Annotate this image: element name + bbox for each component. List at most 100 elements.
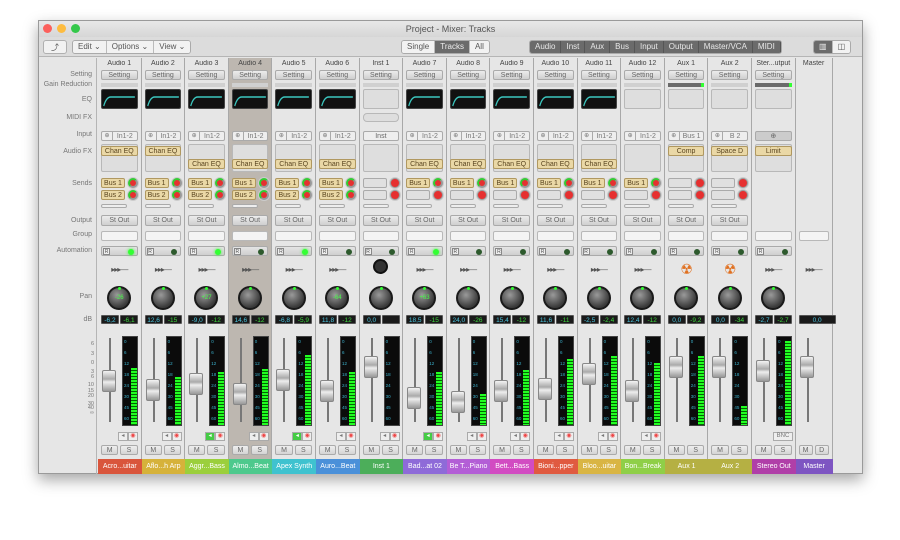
- send-slot[interactable]: Bus 2: [144, 190, 169, 200]
- send-slot[interactable]: Bus 1: [275, 178, 300, 188]
- send-add-slot[interactable]: [231, 204, 258, 208]
- eq-thumbnail[interactable]: [144, 89, 182, 109]
- pan-knob[interactable]: [630, 286, 655, 310]
- group-slot[interactable]: [406, 231, 443, 241]
- record-enable-button[interactable]: ◉: [651, 432, 662, 441]
- solo-button[interactable]: S: [687, 445, 705, 455]
- audio-fx-plugin[interactable]: Chan EQ: [537, 159, 574, 169]
- pan-knob[interactable]: +63: [412, 286, 437, 310]
- solo-button[interactable]: S: [251, 445, 269, 455]
- solo-button[interactable]: S: [163, 445, 182, 455]
- output-button[interactable]: St Out: [624, 215, 661, 226]
- mute-button[interactable]: M: [580, 445, 598, 455]
- send-slot[interactable]: Bus 1: [449, 178, 474, 188]
- send-level-knob[interactable]: [607, 178, 618, 188]
- volume-fader[interactable]: [538, 377, 552, 400]
- send-level-knob[interactable]: [520, 190, 531, 200]
- audio-fx-plugin[interactable]: Chan EQ: [231, 159, 269, 169]
- send-level-knob[interactable]: [476, 178, 487, 188]
- track-name-label[interactable]: Bett...Bass: [490, 459, 534, 474]
- eq-thumbnail[interactable]: [493, 89, 530, 109]
- pan-knob[interactable]: -64: [325, 286, 350, 310]
- eq-thumbnail[interactable]: [319, 89, 356, 109]
- edit-menu[interactable]: Edit ⌄: [73, 41, 107, 53]
- input-slot[interactable]: ⊕ In1-2: [188, 131, 225, 141]
- setting-button[interactable]: Setting: [144, 70, 182, 80]
- send-add-slot[interactable]: [144, 204, 171, 208]
- send-level-knob[interactable]: [433, 178, 444, 188]
- send-add-slot[interactable]: [101, 204, 127, 208]
- send-add-slot[interactable]: [275, 204, 302, 208]
- group-slot[interactable]: [362, 231, 400, 241]
- filter-input[interactable]: Input: [634, 41, 664, 53]
- send-level-knob[interactable]: [694, 178, 705, 188]
- volume-fader[interactable]: [276, 368, 291, 391]
- volume-fader[interactable]: [145, 378, 160, 401]
- output-button[interactable]: St Out: [580, 215, 618, 226]
- volume-fader[interactable]: [625, 380, 640, 402]
- send-add-slot[interactable]: [580, 204, 607, 208]
- solo-button[interactable]: S: [643, 445, 661, 455]
- channel-strip[interactable]: Audio 2 Setting ⊕ In1-2 Chan EQ Bus 1 Bus 2 St …: [141, 58, 186, 474]
- volume-fader[interactable]: [407, 387, 422, 409]
- group-slot[interactable]: [188, 231, 225, 241]
- send-slot[interactable]: Bus 2: [319, 190, 343, 200]
- eq-thumbnail[interactable]: [188, 89, 225, 109]
- track-name-label[interactable]: Bon...Break: [621, 459, 665, 474]
- send-level-knob[interactable]: [564, 190, 574, 200]
- send-level-knob[interactable]: [215, 178, 226, 188]
- send-slot[interactable]: Bus 1: [144, 178, 169, 188]
- pan-knob[interactable]: [150, 286, 175, 310]
- volume-fader[interactable]: [189, 373, 204, 395]
- automation-mode[interactable]: R: [580, 246, 618, 256]
- output-button[interactable]: St Out: [319, 215, 356, 226]
- send-level-knob[interactable]: [433, 190, 444, 200]
- output-button[interactable]: St Out: [144, 215, 182, 226]
- channel-strip[interactable]: Aux 2 Setting ⊕ B 2 Space D St Out R ☢ 0,0 -34 0 6 1…: [708, 58, 752, 474]
- automation-mode[interactable]: R: [275, 246, 312, 256]
- input-slot[interactable]: ⊕ In1-2: [406, 131, 443, 141]
- send-slot[interactable]: [711, 190, 736, 200]
- mute-button[interactable]: M: [319, 445, 337, 455]
- setting-button[interactable]: Setting: [493, 70, 530, 80]
- volume-fader[interactable]: [756, 360, 770, 383]
- eq-thumbnail[interactable]: [275, 89, 312, 109]
- send-slot[interactable]: Bus 1: [319, 178, 343, 188]
- automation-mode[interactable]: R: [406, 246, 443, 256]
- output-button[interactable]: St Out: [449, 215, 487, 226]
- track-name-label[interactable]: Apex Synth: [272, 459, 316, 474]
- back-button[interactable]: ⤴: [43, 40, 67, 54]
- channel-strip[interactable]: Audio 7 Setting ⊕ In1-2 Chan EQ Bus 1 St Out R ▸…: [403, 58, 447, 474]
- channel-strip[interactable]: Inst 1 Setting Inst St Out R 0,0 0 6 12 18 24 30 45 6…: [359, 58, 404, 474]
- close-button[interactable]: [43, 24, 52, 33]
- send-slot[interactable]: [406, 190, 431, 200]
- setting-button[interactable]: Setting: [667, 70, 705, 80]
- volume-fader[interactable]: [668, 355, 683, 378]
- track-name-label[interactable]: Aggr...Bass: [185, 459, 229, 474]
- send-slot[interactable]: Bus 1: [537, 178, 561, 188]
- group-slot[interactable]: [537, 231, 574, 241]
- audio-fx-plugin[interactable]: Chan EQ: [406, 159, 443, 169]
- input-format-button[interactable]: ⊕: [755, 131, 792, 141]
- track-name-label[interactable]: Inst 1: [359, 459, 404, 474]
- send-add-slot[interactable]: [624, 204, 651, 208]
- group-slot[interactable]: [711, 231, 748, 241]
- send-level-knob[interactable]: [128, 190, 138, 200]
- mute-button[interactable]: M: [537, 445, 555, 455]
- group-slot[interactable]: [798, 231, 829, 241]
- setting-button[interactable]: Setting: [362, 70, 400, 80]
- input-slot[interactable]: ⊕ In1-2: [580, 131, 618, 141]
- send-slot[interactable]: Bus 2: [275, 190, 300, 200]
- send-level-knob[interactable]: [302, 178, 313, 188]
- automation-mode[interactable]: R: [667, 246, 705, 256]
- volume-fader[interactable]: [494, 380, 509, 402]
- channel-strip[interactable]: Audio 11 Setting ⊕ In1-2 Chan EQ Bus 1 St Out R…: [577, 58, 622, 474]
- input-slot[interactable]: ⊕ In1-2: [624, 131, 661, 141]
- input-monitor-button[interactable]: ◂: [510, 432, 521, 441]
- pan-knob[interactable]: [368, 286, 393, 310]
- send-level-knob[interactable]: [738, 190, 749, 200]
- send-slot[interactable]: [711, 178, 736, 188]
- mute-button[interactable]: M: [406, 445, 424, 455]
- group-slot[interactable]: [231, 231, 269, 241]
- eq-slot[interactable]: [711, 89, 748, 109]
